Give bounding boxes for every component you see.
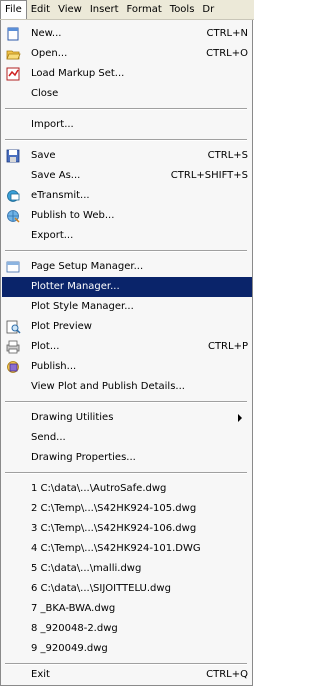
menu-item-label: Close <box>31 88 59 99</box>
recent-file-2[interactable]: 2 C:\Temp\...\S42HK924-105.dwg <box>2 499 252 519</box>
menu-item-plotter-manager[interactable]: Plotter Manager... <box>2 277 252 297</box>
recent-file-6[interactable]: 6 C:\data\...\SIJOITTELU.dwg <box>2 579 252 599</box>
publish-icon <box>7 361 19 373</box>
menu-item-shortcut: CTRL+P <box>207 341 248 352</box>
menu-item-label: Export... <box>31 230 74 241</box>
page-setup-icon <box>6 261 20 273</box>
menu-item-label: 2 C:\Temp\...\S42HK924-105.dwg <box>31 503 197 514</box>
recent-file-7[interactable]: 7 _BKA-BWA.dwg <box>2 599 252 619</box>
menu-item-save-as[interactable]: Save As... CTRL+SHIFT+S <box>2 166 252 186</box>
menu-item-label: Page Setup Manager... <box>31 261 144 272</box>
menu-bar: File Edit View Insert Format Tools Dr <box>0 0 254 20</box>
menubar-tools[interactable]: Tools <box>166 0 199 19</box>
recent-file-5[interactable]: 5 C:\data\...\malli.dwg <box>2 559 252 579</box>
menu-item-page-setup-manager[interactable]: Page Setup Manager... <box>2 257 252 277</box>
menu-item-drawing-utilities[interactable]: Drawing Utilities <box>2 408 252 428</box>
menu-item-shortcut: CTRL+Q <box>206 669 248 680</box>
menu-item-export[interactable]: Export... <box>2 226 252 246</box>
menu-item-label: Plotter Manager... <box>31 281 120 292</box>
menu-item-label: 9 _920049.dwg <box>31 643 108 654</box>
publish-web-icon <box>7 210 20 223</box>
menu-item-send[interactable]: Send... <box>2 428 252 448</box>
menu-item-plot-preview[interactable]: Plot Preview <box>2 317 252 337</box>
open-folder-icon <box>6 50 21 60</box>
menu-item-label: 3 C:\Temp\...\S42HK924-106.dwg <box>31 523 197 534</box>
menu-item-load-markup-set[interactable]: Load Markup Set... <box>2 64 252 84</box>
menu-separator <box>5 139 247 141</box>
plot-preview-icon <box>6 320 21 334</box>
menu-item-label: Exit <box>31 669 50 680</box>
plot-icon <box>6 340 20 354</box>
menu-item-save[interactable]: Save CTRL+S <box>2 146 252 166</box>
menubar-format[interactable]: Format <box>123 0 166 19</box>
menu-separator <box>5 250 247 252</box>
menu-item-shortcut: CTRL+SHIFT+S <box>170 170 248 181</box>
menu-separator <box>5 108 247 110</box>
menubar-draw[interactable]: Dr <box>198 0 218 19</box>
submenu-arrow-icon <box>238 414 242 422</box>
menu-item-label: 6 C:\data\...\SIJOITTELU.dwg <box>31 583 171 594</box>
menu-item-new[interactable]: New... CTRL+N <box>2 24 252 44</box>
menubar-edit[interactable]: Edit <box>27 0 54 19</box>
menu-item-label: 1 C:\data\...\AutroSafe.dwg <box>31 483 167 494</box>
menu-item-shortcut: CTRL+S <box>207 150 248 161</box>
menu-item-label: Plot Preview <box>31 321 92 332</box>
menu-separator <box>5 472 247 474</box>
file-menu: New... CTRL+N Open... CTRL+O Load Markup… <box>0 20 253 686</box>
menu-item-label: 5 C:\data\...\malli.dwg <box>31 563 142 574</box>
new-document-icon <box>7 27 19 41</box>
menu-item-label: eTransmit... <box>31 190 90 201</box>
menu-item-shortcut: CTRL+O <box>206 48 248 59</box>
menu-item-publish[interactable]: Publish... <box>2 357 252 377</box>
menubar-file[interactable]: File <box>0 0 27 19</box>
menu-item-import[interactable]: Import... <box>2 115 252 135</box>
etransmit-icon <box>7 190 20 202</box>
menu-item-label: Drawing Utilities <box>31 412 114 423</box>
menu-item-label: Save <box>31 150 56 161</box>
menu-item-label: Load Markup Set... <box>31 68 125 79</box>
menu-item-label: 8 _920048-2.dwg <box>31 623 118 634</box>
menubar-insert[interactable]: Insert <box>86 0 123 19</box>
menu-item-label: Publish to Web... <box>31 210 115 221</box>
recent-file-1[interactable]: 1 C:\data\...\AutroSafe.dwg <box>2 479 252 499</box>
menu-item-label: Plot Style Manager... <box>31 301 134 312</box>
recent-file-4[interactable]: 4 C:\Temp\...\S42HK924-101.DWG <box>2 539 252 559</box>
menu-item-label: Open... <box>31 48 68 59</box>
markup-set-icon <box>6 67 20 81</box>
menu-item-label: New... <box>31 28 62 39</box>
menu-item-label: Send... <box>31 432 66 443</box>
menu-item-label: 4 C:\Temp\...\S42HK924-101.DWG <box>31 543 201 554</box>
menu-item-exit[interactable]: Exit CTRL+Q <box>2 665 252 685</box>
menu-item-label: Publish... <box>31 361 77 372</box>
menubar-view[interactable]: View <box>54 0 86 19</box>
menu-item-publish-to-web[interactable]: Publish to Web... <box>2 206 252 226</box>
recent-file-8[interactable]: 8 _920048-2.dwg <box>2 619 252 639</box>
recent-file-3[interactable]: 3 C:\Temp\...\S42HK924-106.dwg <box>2 519 252 539</box>
menu-item-label: Drawing Properties... <box>31 452 136 463</box>
menu-separator <box>5 401 247 403</box>
menu-item-view-plot-publish-details[interactable]: View Plot and Publish Details... <box>2 377 252 397</box>
save-disk-icon <box>6 149 20 163</box>
menu-item-drawing-properties[interactable]: Drawing Properties... <box>2 448 252 468</box>
menu-item-open[interactable]: Open... CTRL+O <box>2 44 252 64</box>
menu-item-label: 7 _BKA-BWA.dwg <box>31 603 116 614</box>
menu-item-label: Plot... <box>31 341 60 352</box>
menu-item-label: Save As... <box>31 170 81 181</box>
menu-item-plot[interactable]: Plot... CTRL+P <box>2 337 252 357</box>
menu-item-plot-style-manager[interactable]: Plot Style Manager... <box>2 297 252 317</box>
menu-item-close[interactable]: Close <box>2 84 252 104</box>
menu-item-shortcut: CTRL+N <box>206 28 248 39</box>
menu-item-label: Import... <box>31 119 74 130</box>
menu-item-label: View Plot and Publish Details... <box>31 381 185 392</box>
menu-item-etransmit[interactable]: eTransmit... <box>2 186 252 206</box>
recent-file-9[interactable]: 9 _920049.dwg <box>2 639 252 659</box>
